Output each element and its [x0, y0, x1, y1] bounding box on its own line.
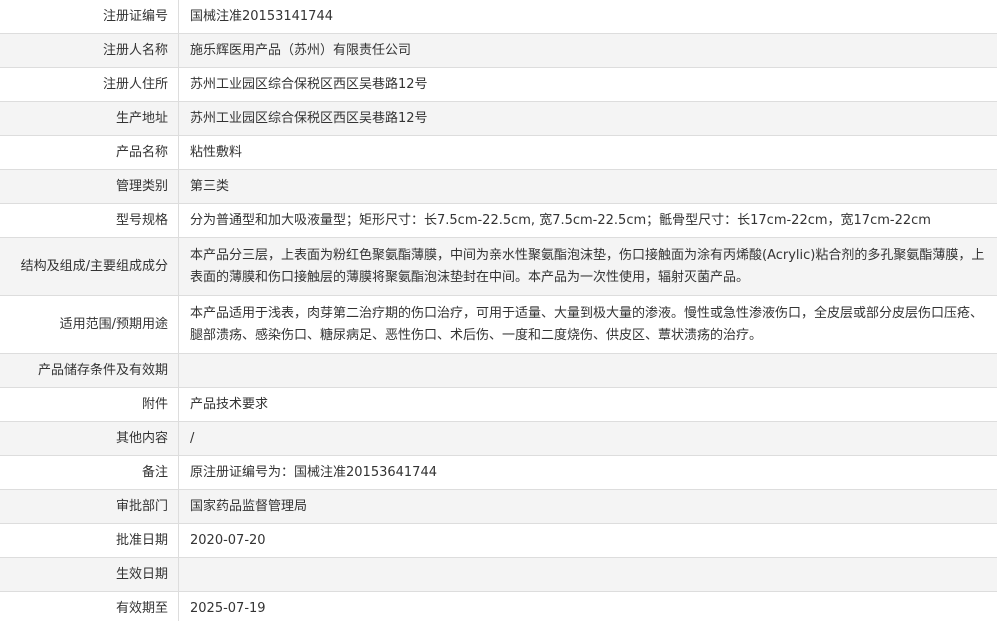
row-label: 有效期至: [0, 591, 179, 621]
table-row: 批准日期 2020-07-20: [0, 523, 997, 558]
row-label: 审批部门: [0, 489, 179, 524]
row-label: 注册证编号: [0, 0, 179, 34]
table-row: 管理类别 第三类: [0, 169, 997, 204]
row-label: 注册人名称: [0, 33, 179, 68]
row-value: [178, 557, 997, 592]
table-row: 生效日期: [0, 557, 997, 592]
row-value: 原注册证编号为：国械注准20153641744: [178, 455, 997, 490]
row-label: 型号规格: [0, 203, 179, 238]
row-label-text: 结构及组成/主要组成成分: [20, 258, 168, 274]
table-row: 审批部门 国家药品监督管理局: [0, 489, 997, 524]
table-row: 结构及组成/主要组成成分 本产品分三层，上表面为粉红色聚氨酯薄膜，中间为亲水性聚…: [0, 237, 997, 296]
row-label: 附件: [0, 387, 179, 422]
row-value: 2020-07-20: [178, 523, 997, 558]
row-label: 备注: [0, 455, 179, 490]
row-value: 苏州工业园区综合保税区西区吴巷路12号: [178, 101, 997, 136]
table-row: 注册人名称 施乐辉医用产品（苏州）有限责任公司: [0, 33, 997, 68]
row-label: 批准日期: [0, 523, 179, 558]
row-value: 第三类: [178, 169, 997, 204]
table-row: 生产地址 苏州工业园区综合保税区西区吴巷路12号: [0, 101, 997, 136]
table-row: 注册证编号 国械注准20153141744: [0, 0, 997, 34]
row-label: 生产地址: [0, 101, 179, 136]
row-value: 本产品分三层，上表面为粉红色聚氨酯薄膜，中间为亲水性聚氨酯泡沫垫，伤口接触面为涂…: [178, 237, 997, 296]
registration-detail-table: 注册证编号 国械注准20153141744 注册人名称 施乐辉医用产品（苏州）有…: [0, 0, 997, 621]
row-value: 国家药品监督管理局: [178, 489, 997, 524]
row-value: 产品技术要求: [178, 387, 997, 422]
row-label: 适用范围/预期用途: [0, 295, 179, 354]
table-row: 型号规格 分为普通型和加大吸液量型；矩形尺寸：长7.5cm-22.5cm, 宽7…: [0, 203, 997, 238]
row-value: 2025-07-19: [178, 591, 997, 621]
table-row: 备注 原注册证编号为：国械注准20153641744: [0, 455, 997, 490]
row-value: 粘性敷料: [178, 135, 997, 170]
table-row: 附件 产品技术要求: [0, 387, 997, 422]
row-label: 注册人住所: [0, 67, 179, 102]
row-label: 结构及组成/主要组成成分: [0, 237, 179, 296]
table-row: 其他内容 /: [0, 421, 997, 456]
row-label: 其他内容: [0, 421, 179, 456]
row-value: 苏州工业园区综合保税区西区吴巷路12号: [178, 67, 997, 102]
table-row: 有效期至 2025-07-19: [0, 591, 997, 621]
row-value: /: [178, 421, 997, 456]
table-row: 产品储存条件及有效期: [0, 353, 997, 388]
row-label: 管理类别: [0, 169, 179, 204]
row-value: 本产品适用于浅表，肉芽第二治疗期的伤口治疗，可用于适量、大量到极大量的渗液。慢性…: [178, 295, 997, 354]
table-row: 适用范围/预期用途 本产品适用于浅表，肉芽第二治疗期的伤口治疗，可用于适量、大量…: [0, 295, 997, 354]
row-label: 生效日期: [0, 557, 179, 592]
table-row: 注册人住所 苏州工业园区综合保税区西区吴巷路12号: [0, 67, 997, 102]
row-value: [178, 353, 997, 388]
row-value: 国械注准20153141744: [178, 0, 997, 34]
row-value: 施乐辉医用产品（苏州）有限责任公司: [178, 33, 997, 68]
row-value: 分为普通型和加大吸液量型；矩形尺寸：长7.5cm-22.5cm, 宽7.5cm-…: [178, 203, 997, 238]
row-label: 产品储存条件及有效期: [0, 353, 179, 388]
row-label: 产品名称: [0, 135, 179, 170]
table-row: 产品名称 粘性敷料: [0, 135, 997, 170]
